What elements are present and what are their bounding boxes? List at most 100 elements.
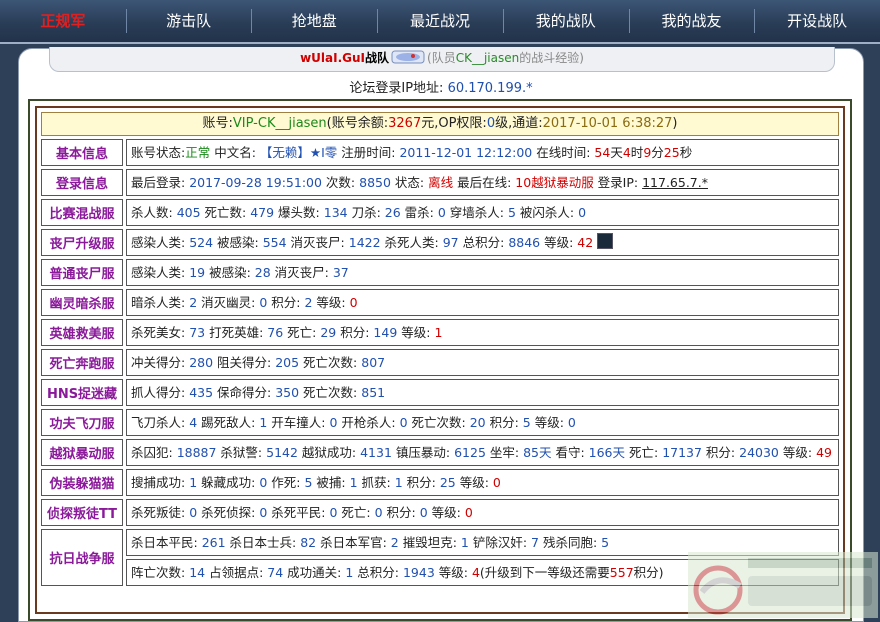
stats-row-label: 普通丧尸服: [41, 259, 123, 286]
op-unit: 级,通道:: [495, 116, 543, 131]
stat-label: 总积分:: [458, 235, 509, 250]
stat-value: 6125: [454, 445, 486, 460]
stats-row-label: 英雄救美服: [41, 319, 123, 346]
stat-value: 5: [507, 205, 516, 220]
site-logo-watermark: [688, 552, 878, 618]
stats-row-label: 抗日战争服: [41, 529, 123, 586]
stats-row: 英雄救美服 杀死美女: 73 打死英雄: 76 死亡: 29 积分: 149 等级…: [41, 319, 839, 346]
stat-label: 死亡:: [337, 505, 375, 520]
stat-value: 离线: [428, 175, 454, 190]
stat-label: 消灭幽灵:: [197, 295, 260, 310]
stat-label: 登录IP:: [593, 175, 643, 190]
stat-label: 杀死侦探:: [197, 505, 260, 520]
stat-label: 感染人类:: [131, 235, 190, 250]
stat-label: 杀死人类:: [380, 235, 443, 250]
stat-label: 雷杀:: [400, 205, 438, 220]
stats-row: 丧尸升级服 感染人类: 524 被感染: 554 消灭丧尸: 1422 杀死人类:…: [41, 229, 839, 256]
stat-value: 1943: [402, 565, 435, 580]
nav-item-2[interactable]: 抢地盘: [251, 0, 377, 42]
stats-row-cells: 感染人类: 524 被感染: 554 消灭丧尸: 1422 杀死人类: 97 总…: [126, 229, 839, 256]
stat-label: 死亡次数:: [299, 355, 362, 370]
stat-value: 74: [267, 565, 284, 580]
member-suffix: 的战斗经验): [519, 51, 584, 65]
stat-label: 踢死敌人:: [197, 415, 260, 430]
stat-label: 阵亡次数:: [131, 565, 190, 580]
stats-row: 比赛混战服 杀人数: 405 死亡数: 479 爆头数: 134 刀杀: 26 雷…: [41, 199, 839, 226]
account-label: 账号:: [202, 116, 233, 131]
stat-value: 4: [622, 145, 631, 160]
channel-time: 2017-10-01 6:38:27: [542, 116, 673, 131]
stat-value: 73: [189, 325, 206, 340]
stat-label: 死亡次数:: [299, 385, 362, 400]
stat-value: 18887: [176, 445, 217, 460]
stat-value: 1: [349, 475, 358, 490]
stat-label: 时: [630, 145, 644, 160]
stat-value: 42: [577, 235, 594, 250]
stat-value[interactable]: 117.65.7.*: [642, 175, 708, 190]
stat-label: 抓人得分:: [131, 385, 190, 400]
stat-label: 杀囚犯:: [131, 445, 177, 460]
balance-value: 3267: [388, 116, 422, 131]
stats-cell: 账号状态:正常 中文名: 【无赖】★I零 注册时间: 2011-12-01 12…: [126, 139, 839, 166]
stat-label: 等级:: [397, 325, 435, 340]
stat-value: 2011-12-01 12:12:00: [399, 145, 533, 160]
stats-row-label: 丧尸升级服: [41, 229, 123, 256]
stat-label: 杀日本士兵:: [225, 535, 301, 550]
stat-label: 冲关得分:: [131, 355, 190, 370]
nav-item-0[interactable]: 正规军: [0, 0, 126, 42]
stats-row-cells: 杀囚犯: 18887 杀狱警: 5142 越狱成功: 4131 镇压暴动: 61…: [126, 439, 839, 466]
stats-cell: 搜捕成功: 1 躲藏成功: 0 作死: 5 被捕: 1 抓获: 1 积分: 25…: [126, 469, 839, 496]
stats-row-cells: 感染人类: 19 被感染: 28 消灭丧尸: 37: [126, 259, 839, 286]
stat-label: 死亡次数:: [407, 415, 470, 430]
nav-item-6[interactable]: 开设战队: [754, 0, 880, 42]
nav-item-3[interactable]: 最近战况: [377, 0, 503, 42]
stat-label: 躲藏成功:: [197, 475, 260, 490]
stat-label: 被感染:: [205, 265, 255, 280]
stat-value: 76: [267, 325, 284, 340]
stat-value: 4: [189, 415, 198, 430]
stat-label: 杀死平民:: [267, 505, 330, 520]
stats-row-label: 越狱暴动服: [41, 439, 123, 466]
stat-value: 524: [189, 235, 214, 250]
stats-row: 登录信息 最后登录: 2017-09-28 19:51:00 次数: 8850 状…: [41, 169, 839, 196]
member-name[interactable]: CK__jiasen: [456, 51, 520, 65]
stat-value: 2: [390, 535, 399, 550]
stat-value: 205: [275, 355, 300, 370]
stats-row-label: 伪装躲猫猫: [41, 469, 123, 496]
stat-value: 7: [531, 535, 539, 550]
stat-value: 554: [262, 235, 287, 250]
stats-row: 越狱暴动服 杀囚犯: 18887 杀狱警: 5142 越狱成功: 4131 镇压暴…: [41, 439, 839, 466]
stat-label: 越狱成功:: [297, 445, 361, 460]
stat-value: 0: [349, 295, 358, 310]
stat-label: 等级:: [434, 565, 472, 580]
stat-label: 消灭丧尸:: [286, 235, 349, 250]
stat-label: 作死:: [267, 475, 305, 490]
nav-item-5[interactable]: 我的战友: [628, 0, 755, 42]
stat-label: 阻关得分:: [213, 355, 276, 370]
stat-value: 26: [384, 205, 401, 220]
stat-label: 等级:: [312, 295, 350, 310]
stats-row-cells: 杀人数: 405 死亡数: 479 爆头数: 134 刀杀: 26 雷杀: 0 …: [126, 199, 839, 226]
stat-value: 350: [275, 385, 300, 400]
stat-label: 打死英雄:: [205, 325, 268, 340]
stats-cell: 冲关得分: 280 阻关得分: 205 死亡次数: 807: [126, 349, 839, 376]
team-name[interactable]: wUlaI.GuI: [300, 51, 365, 65]
stats-cell: 最后登录: 2017-09-28 19:51:00 次数: 8850 状态: 离…: [126, 169, 839, 196]
stat-label: 死亡:: [625, 445, 663, 460]
stat-value: 29: [320, 325, 337, 340]
stat-label: 残杀同胞:: [539, 535, 602, 550]
stat-label: 摧毁坦克:: [398, 535, 461, 550]
op-level: 0: [486, 116, 496, 131]
stat-value: 1: [394, 475, 403, 490]
stat-value: 0: [437, 205, 446, 220]
nav-item-4[interactable]: 我的战队: [502, 0, 629, 42]
stat-value: 5142: [266, 445, 298, 460]
stat-label: 积分:: [267, 295, 305, 310]
stat-value: 807: [361, 355, 386, 370]
account-bar: 账号:VIP-CK__jiasen(账号余额:3267元,OP权限:0级,通道:…: [41, 112, 839, 136]
nav-item-1[interactable]: 游击队: [125, 0, 252, 42]
stats-row-label: HNS捉迷藏: [41, 379, 123, 406]
stats-cell: 飞刀杀人: 4 踢死敌人: 1 开车撞人: 0 开枪杀人: 0 死亡次数: 20…: [126, 409, 839, 436]
stat-value: 8850: [359, 175, 391, 190]
stats-row-label: 基本信息: [41, 139, 123, 166]
